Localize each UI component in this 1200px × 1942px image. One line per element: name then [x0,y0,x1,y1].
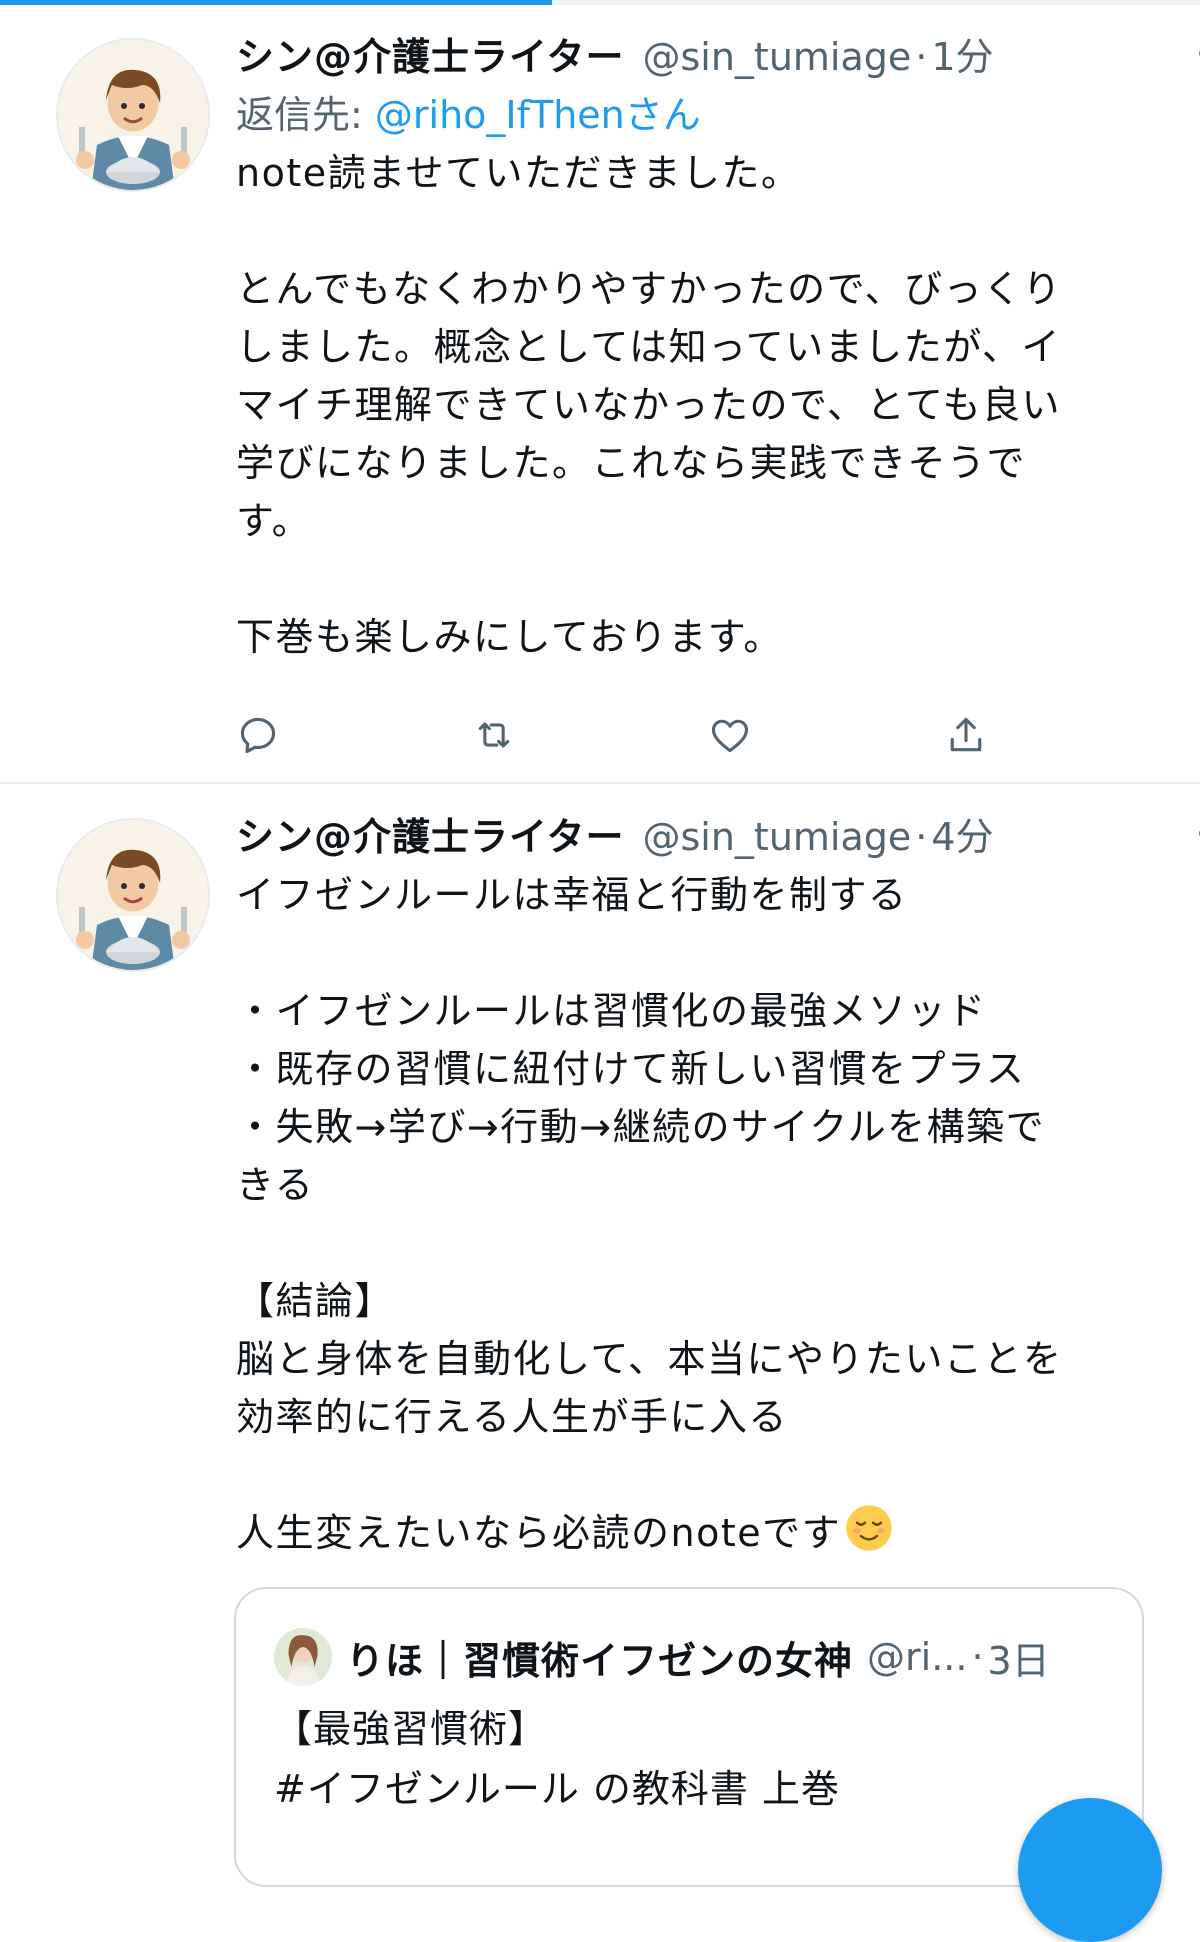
compose-tweet-button[interactable] [1018,1798,1162,1942]
heart-icon [711,719,749,753]
tweet-text: イフゼンルールは幸福と行動を制する ・イフゼンルールは習慣化の最強メソッド ・既… [236,866,1166,1562]
avatar-illustration [58,40,208,190]
quoted-tweet-card[interactable]: りほ｜習慣術イフゼンの女神 @ri... · 3日 【最強習慣術】 #イフゼンル… [234,1587,1144,1887]
retweet-icon [478,722,510,748]
quoted-user-handle: @ri... [867,1635,968,1679]
avatar-illustration [58,820,208,970]
progress-bar-fill [0,0,552,5]
progress-bar [0,0,1200,5]
reply-icon [240,717,276,754]
quoted-tweet-header: りほ｜習慣術イフゼンの女神 @ri... · 3日 [274,1625,1050,1689]
separator: · [915,35,928,79]
avatar[interactable] [56,818,210,972]
share-icon [950,717,982,752]
separator: · [915,815,928,859]
quoted-user-avatar [274,1628,332,1686]
user-handle[interactable]: @sin_tumiage [642,808,911,866]
timestamp[interactable]: 1分 [931,28,993,86]
more-options-button[interactable]: ··· [1174,28,1200,86]
timestamp[interactable]: 4分 [931,808,993,866]
user-handle[interactable]: @sin_tumiage [642,28,911,86]
like-button[interactable] [708,708,944,762]
quoted-timestamp: 3日 [987,1638,1050,1683]
relieved-face-emoji-icon [846,1505,892,1551]
display-name[interactable]: シン@介護士ライター [236,28,624,86]
display-name[interactable]: シン@介護士ライター [236,808,624,866]
tweet-text: note読ませていただきました。 とんでもなくわかりやすかったので、びっくり し… [236,151,1063,659]
reply-context: 返信先: @riho_IfThenさん [236,86,1166,144]
tweet-header: シン@介護士ライター @sin_tumiage · 1分 ··· [236,28,1200,86]
tweet-divider [0,782,1200,784]
tweet-actions [236,708,1180,762]
more-options-button[interactable]: ··· [1174,808,1200,866]
quoted-display-name: りほ｜習慣術イフゼンの女神 [346,1638,854,1683]
quoted-tweet-text: 【最強習慣術】 #イフゼンルール の教科書 上巻 [274,1707,840,1811]
reply-to-link[interactable]: @riho_IfThenさん [375,93,701,137]
tweet-text-content: イフゼンルールは幸福と行動を制する ・イフゼンルールは習慣化の最強メソッド ・既… [236,873,1063,1555]
reply-prefix: 返信先: [236,93,375,137]
share-button[interactable] [944,708,1180,762]
avatar[interactable] [56,38,210,192]
quoted-avatar-photo [274,1628,332,1686]
quoted-separator: · [971,1635,984,1679]
tweet-header: シン@介護士ライター @sin_tumiage · 4分 ··· [236,808,1200,866]
retweet-button[interactable] [472,708,708,762]
reply-button[interactable] [236,708,472,762]
